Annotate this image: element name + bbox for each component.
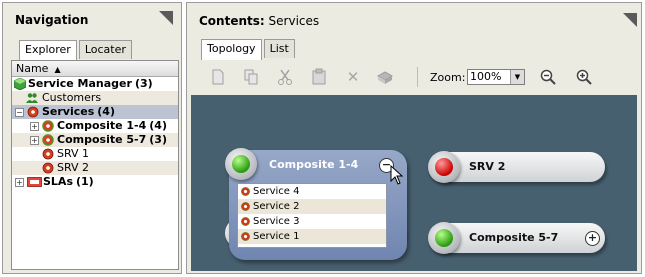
properties-icon[interactable]	[376, 68, 394, 86]
delete-icon[interactable]: ✕	[344, 68, 362, 86]
status-green-icon	[225, 148, 257, 180]
group-children-list: Service 4 Service 2 Service 3 Service 1	[237, 183, 387, 248]
list-item-label: Service 1	[253, 231, 300, 242]
sort-ascending-icon: ▲	[54, 65, 61, 74]
panel-menu-icon[interactable]	[623, 13, 637, 27]
list-item-label: Service 3	[253, 216, 300, 227]
topology-node-composite-5-7[interactable]: Composite 5-7 +	[428, 222, 605, 254]
composite-icon	[42, 134, 54, 146]
contents-title: Contents: Services	[199, 14, 319, 28]
navigation-panel: Navigation Explorer Locater Name ▲ Servic…	[2, 2, 182, 274]
tree-item-label: Composite 1-4 (4)	[57, 119, 167, 132]
zoom-out-icon[interactable]	[539, 68, 557, 86]
tree-item-customers[interactable]: Customers	[12, 91, 178, 105]
paste-icon[interactable]	[310, 68, 328, 86]
copy-icon[interactable]	[242, 68, 260, 86]
mouse-cursor-icon	[390, 165, 404, 185]
contents-title-value: Services	[268, 14, 320, 28]
tab-locater[interactable]: Locater	[78, 40, 132, 59]
name-column-header[interactable]: Name ▲	[12, 61, 178, 77]
zoom-in-icon[interactable]	[575, 68, 593, 86]
services-icon	[27, 106, 39, 118]
tab-explorer[interactable]: Explorer	[19, 40, 77, 61]
new-document-icon[interactable]	[209, 68, 227, 86]
service-icon	[241, 187, 250, 196]
service-icon	[241, 202, 250, 211]
contents-title-prefix: Contents:	[199, 14, 265, 28]
list-item[interactable]: Service 4	[238, 184, 386, 199]
contents-tabs: Topology List	[201, 39, 297, 60]
tree-item-label: SLAs (1)	[43, 175, 94, 188]
expand-icon[interactable]: +	[15, 178, 24, 187]
name-column-label: Name	[16, 62, 49, 75]
list-item[interactable]: Service 2	[238, 199, 386, 214]
tree-item-label: Customers	[42, 91, 102, 104]
node-label: SRV 2	[469, 160, 506, 173]
tree-item-srv-2[interactable]: SRV 2	[12, 161, 178, 175]
list-item-label: Service 2	[253, 201, 300, 212]
customers-icon	[26, 93, 38, 103]
topology-canvas[interactable]: Composite 1-4 − Service 4 Service 2 Serv…	[191, 95, 637, 271]
toolbar-separator	[417, 67, 418, 87]
service-icon	[241, 217, 250, 226]
cut-icon[interactable]	[276, 68, 294, 86]
status-green-icon	[428, 222, 460, 254]
service-icon	[42, 162, 54, 174]
explorer-tree: Name ▲ Service Manager (3) Customers − Ser…	[11, 60, 179, 270]
contents-panel: Contents: Services Topology List ✕ Zoom:…	[186, 2, 642, 274]
tree-item-label: SRV 1	[57, 147, 90, 160]
service-icon	[241, 232, 250, 241]
zoom-value: 100%	[470, 70, 502, 83]
composite-icon	[42, 120, 54, 132]
tree-item-label: Service Manager (3)	[28, 77, 153, 90]
topology-toolbar: ✕ Zoom: 100% ▼	[191, 61, 637, 93]
tree-item-services[interactable]: − Services (4)	[12, 105, 178, 119]
tree-item-srv-1[interactable]: SRV 1	[12, 147, 178, 161]
panel-menu-icon[interactable]	[159, 11, 173, 25]
slas-icon	[27, 177, 42, 187]
service-icon	[42, 148, 54, 160]
tree-item-label: Composite 5-7 (3)	[57, 133, 167, 146]
list-item[interactable]: Service 1	[238, 229, 386, 244]
topology-node-srv-2[interactable]: SRV 2	[428, 151, 605, 183]
group-label: Composite 1-4	[269, 158, 359, 171]
zoom-label: Zoom:	[430, 71, 466, 84]
list-item[interactable]: Service 3	[238, 214, 386, 229]
tab-list[interactable]: List	[263, 39, 295, 58]
navigation-title: Navigation	[15, 13, 89, 27]
tree-item-composite-5-7[interactable]: + Composite 5-7 (3)	[12, 133, 178, 147]
tree-item-service-manager[interactable]: Service Manager (3)	[12, 77, 178, 91]
navigation-tabs: Explorer Locater	[19, 40, 134, 61]
tab-topology[interactable]: Topology	[201, 39, 262, 60]
tree-item-label: SRV 2	[57, 161, 90, 174]
list-item-label: Service 4	[253, 186, 300, 197]
collapse-icon[interactable]: −	[15, 108, 24, 117]
zoom-select[interactable]: 100% ▼	[467, 69, 525, 85]
tree-item-slas[interactable]: + SLAs (1)	[12, 175, 178, 189]
status-red-icon	[428, 151, 460, 183]
expand-icon[interactable]: +	[30, 122, 39, 131]
expand-group-button[interactable]: +	[585, 231, 600, 246]
topology-group-composite-1-4[interactable]: Composite 1-4 − Service 4 Service 2 Serv…	[225, 148, 407, 260]
expand-icon[interactable]: +	[30, 136, 39, 145]
node-label: Composite 5-7	[469, 231, 559, 244]
tree-item-label: Services (4)	[42, 105, 115, 118]
chevron-down-icon[interactable]: ▼	[510, 70, 524, 84]
tree-item-composite-1-4[interactable]: + Composite 1-4 (4)	[12, 119, 178, 133]
service-manager-icon	[14, 78, 26, 90]
